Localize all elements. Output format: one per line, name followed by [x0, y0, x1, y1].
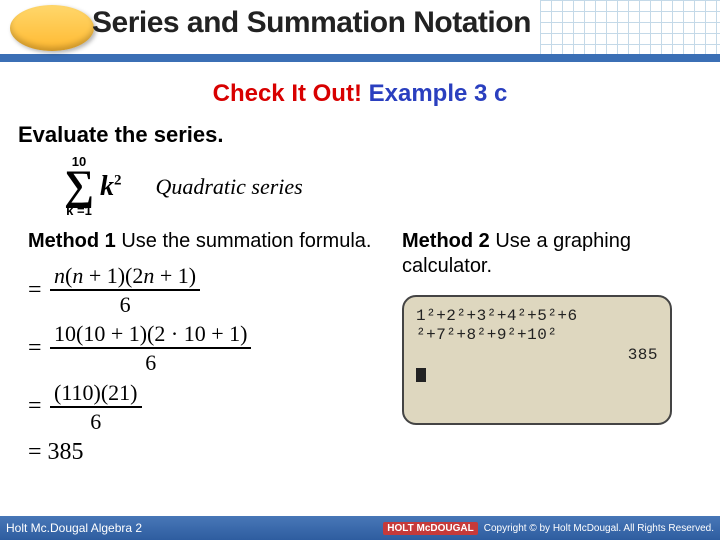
equation-3: = (110)(21) 6	[28, 381, 396, 433]
prompt-text: Evaluate the series.	[18, 122, 720, 148]
header: Series and Summation Notation	[0, 0, 720, 62]
equation-1: = n(n + 1)(2n + 1) 6	[28, 264, 396, 316]
method-1-label: Method 1 Use the summation formula.	[28, 229, 396, 254]
sigma-symbol: ∑	[64, 168, 94, 206]
calc-cursor-icon	[416, 368, 426, 382]
subtitle-blue: Example 3 c	[369, 80, 508, 107]
calculator-screen: 1²+2²+3²+4²+5²+6 ²+7²+8²+9²+10² 385	[402, 295, 672, 425]
sigma-term: k2	[100, 171, 122, 203]
methods-row: Method 1 Use the summation formula. = n(…	[0, 229, 720, 472]
calc-line-2: ²+7²+8²+9²+10²	[416, 326, 658, 344]
page-title: Series and Summation Notation	[92, 6, 531, 40]
equation-2: = 10(10 + 1)(2 · 10 + 1) 6	[28, 322, 396, 374]
footer: Holt Mc.Dougal Algebra 2 HOLT McDOUGAL C…	[0, 516, 720, 540]
series-type-label: Quadratic series	[155, 174, 302, 200]
calc-line-1: 1²+2²+3²+4²+5²+6	[416, 307, 658, 325]
copyright-text: Copyright © by Holt McDougal. All Rights…	[484, 523, 714, 534]
calc-result: 385	[416, 346, 658, 364]
method-1-column: Method 1 Use the summation formula. = n(…	[0, 229, 396, 472]
header-grid-decoration	[540, 0, 720, 54]
method-2-column: Method 2 Use a graphing calculator. 1²+2…	[396, 229, 720, 472]
series-expression: 10 ∑ k =1 k2 Quadratic series	[64, 156, 720, 217]
equations: = n(n + 1)(2n + 1) 6 = 10(10 + 1)(2 · 10…	[28, 264, 396, 466]
method-2-label: Method 2 Use a graphing calculator.	[402, 229, 720, 279]
sigma-lower: k =1	[66, 205, 92, 217]
header-oval-icon	[10, 5, 94, 51]
footer-copyright: HOLT McDOUGAL Copyright © by Holt McDoug…	[383, 522, 714, 535]
subtitle-red: Check It Out!	[213, 80, 362, 107]
subtitle: Check It Out! Example 3 c	[0, 80, 720, 108]
sigma-notation: 10 ∑ k =1 k2	[64, 156, 121, 217]
footer-book: Holt Mc.Dougal Algebra 2	[6, 521, 142, 535]
equation-final: = 385	[28, 439, 396, 466]
publisher-badge: HOLT McDOUGAL	[383, 522, 477, 535]
